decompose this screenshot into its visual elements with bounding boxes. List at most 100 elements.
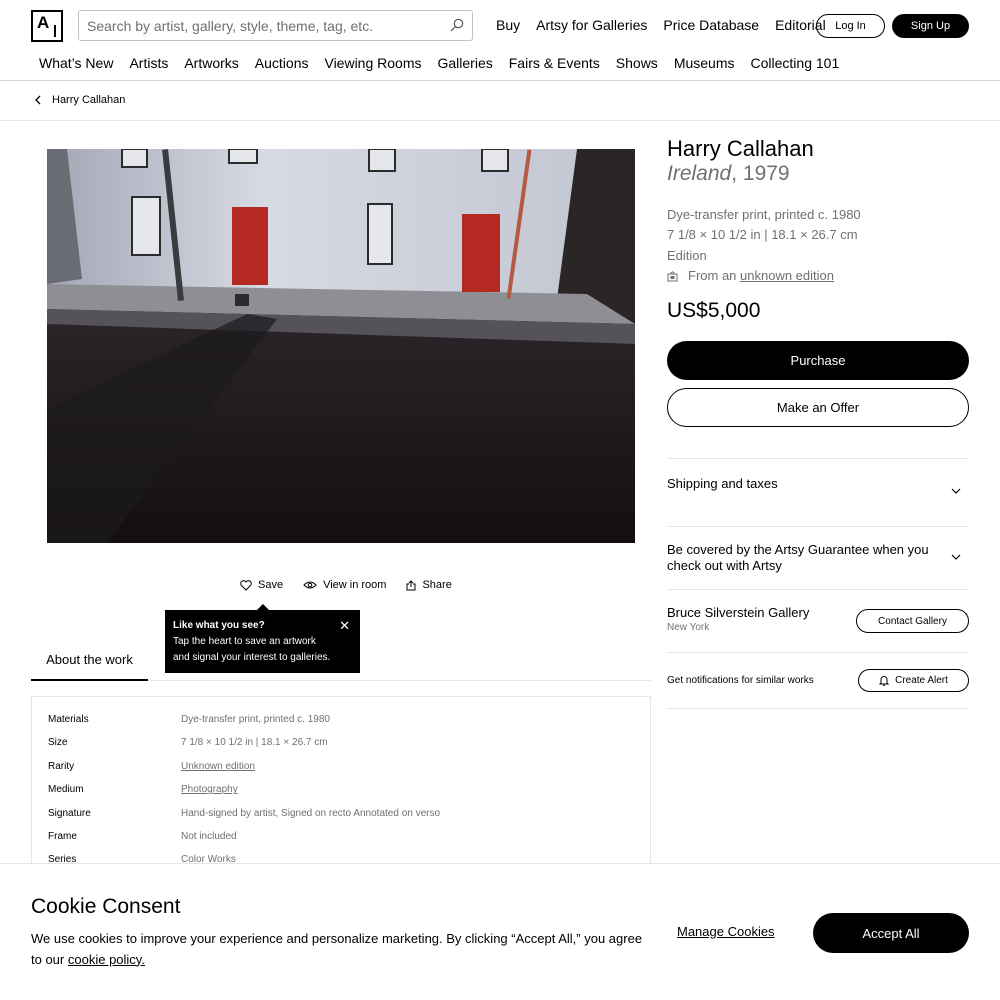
tooltip-line-1: Tap the heart to save an artwork [173,636,316,647]
detail-label: Signature [48,807,91,819]
shipping-taxes-accordion[interactable]: Shipping and taxes [667,476,969,506]
rarity-link[interactable]: Unknown edition [181,761,255,772]
detail-label: Frame [48,830,77,842]
nav-museums[interactable]: Museums [674,55,735,71]
chevron-down-icon [951,488,961,494]
link-artsy-for-galleries[interactable]: Artsy for Galleries [536,17,647,33]
accept-all-button[interactable]: Accept All [813,913,969,953]
chevron-left-icon [35,95,41,105]
cookie-title: Cookie Consent [31,895,181,918]
artwork-actions: Save View in room Share [240,579,452,591]
nav-artworks[interactable]: Artworks [184,55,238,71]
medium-link[interactable]: Photography [181,784,238,795]
artwork-size: 7 1/8 × 10 1/2 in | 18.1 × 26.7 cm [667,227,858,243]
detail-value: Dye-transfer print, printed c. 1980 [181,714,330,725]
detail-value: Not included [181,830,237,842]
share-button[interactable]: Share [406,579,452,591]
manage-cookies-link[interactable]: Manage Cookies [677,924,775,939]
edition-prefix: From an [688,267,737,283]
detail-row-medium: Medium Photography [48,784,634,807]
gallery-location: New York [667,622,710,633]
share-label: Share [422,579,452,591]
tab-about-the-work[interactable]: About the work [31,651,148,681]
detail-value: 7 1/8 × 10 1/2 in | 18.1 × 26.7 cm [181,737,328,749]
search-icon[interactable] [450,18,464,32]
login-button[interactable]: Log In [816,14,885,38]
nav-auctions[interactable]: Auctions [255,55,309,71]
contact-gallery-button[interactable]: Contact Gallery [856,609,969,633]
edition-info: From an unknown edition [667,266,861,286]
create-alert-label: Create Alert [895,675,948,686]
link-price-database[interactable]: Price Database [663,17,759,33]
artsy-logo[interactable]: A [31,10,63,42]
close-icon[interactable]: ✕ [339,618,350,634]
breadcrumb[interactable]: Harry Callahan [34,94,125,106]
chevron-down-icon [951,554,961,560]
nav-whats-new[interactable]: What’s New [39,55,113,71]
tooltip-title: Like what you see? [173,620,265,631]
artwork-details-table: Materials Dye-transfer print, printed c. … [31,696,651,876]
detail-row-frame: Frame Not included [48,831,634,854]
view-in-room-button[interactable]: View in room [303,579,386,591]
top-links: Buy Artsy for Galleries Price Database E… [496,17,826,33]
cookie-policy-link[interactable]: cookie policy. [68,952,145,967]
logo-letter-icon: A [37,13,50,32]
artwork-info: Dye-transfer print, printed c. 1980 7 1/… [667,205,861,286]
search-input[interactable] [79,11,429,40]
detail-label: Materials [48,714,89,725]
divider [667,652,969,653]
artwork-materials: Dye-transfer print, printed c. 1980 [667,207,861,222]
artwork-title: Ireland, 1979 [667,162,790,186]
detail-row-signature: Signature Hand-signed by artist, Signed o… [48,808,634,831]
detail-label: Size [48,737,68,749]
save-button[interactable]: Save [240,579,283,591]
purchase-button[interactable]: Purchase [667,341,969,380]
breadcrumb-divider [0,120,1000,121]
bell-icon [879,676,890,686]
nav-artists[interactable]: Artists [129,55,168,71]
make-offer-button[interactable]: Make an Offer [667,388,969,427]
share-icon [406,579,416,590]
main-nav: What’s New Artists Artworks Auctions Vie… [39,50,839,76]
artwork-edition: Edition [667,247,707,263]
cookie-consent-banner: Cookie Consent We use cookies to improve… [0,863,1000,1000]
divider [667,526,969,527]
nav-galleries[interactable]: Galleries [438,55,493,71]
detail-label: Medium [48,784,84,796]
nav-viewing-rooms[interactable]: Viewing Rooms [324,55,421,71]
gallery-name[interactable]: Bruce Silverstein Gallery [667,605,809,620]
link-buy[interactable]: Buy [496,17,520,33]
artsy-guarantee-accordion[interactable]: Be covered by the Artsy Guarantee when y… [667,542,969,576]
signup-button[interactable]: Sign Up [892,14,969,38]
notifications-text: Get notifications for similar works [667,675,814,686]
divider [667,589,969,590]
nav-fairs-events[interactable]: Fairs & Events [509,55,600,71]
cookie-text: We use cookies to improve your experienc… [31,929,651,970]
eye-icon [303,581,317,589]
logo-bar-icon [54,25,56,37]
shipping-taxes-label: Shipping and taxes [667,476,778,491]
detail-label: Rarity [48,760,75,772]
artwork-image[interactable] [47,149,635,543]
artwork-year: , 1979 [731,162,790,185]
detail-row-size: Size 7 1/8 × 10 1/2 in | 18.1 × 26.7 cm [48,737,634,760]
create-alert-button[interactable]: Create Alert [858,669,969,692]
divider [667,708,969,709]
detail-row-rarity: Rarity Unknown edition [48,761,634,784]
artsy-guarantee-label: Be covered by the Artsy Guarantee when y… [667,542,929,573]
artwork-price: US$5,000 [667,299,761,322]
artist-name[interactable]: Harry Callahan [667,136,814,162]
detail-value: Hand-signed by artist, Signed on recto A… [181,807,441,819]
heart-icon [240,579,252,591]
top-header: A Buy Artsy for Galleries Price Database… [0,0,1000,50]
certificate-icon [667,270,678,282]
unknown-edition-link[interactable]: unknown edition [740,268,834,283]
artwork-title-name: Ireland [667,162,732,185]
artwork-tabs: About the work [31,651,651,681]
nav-shows[interactable]: Shows [616,55,658,71]
breadcrumb-label: Harry Callahan [52,94,126,106]
search-box[interactable] [78,10,473,41]
save-label: Save [258,579,284,591]
view-in-room-label: View in room [323,579,387,591]
nav-collecting-101[interactable]: Collecting 101 [751,55,840,71]
